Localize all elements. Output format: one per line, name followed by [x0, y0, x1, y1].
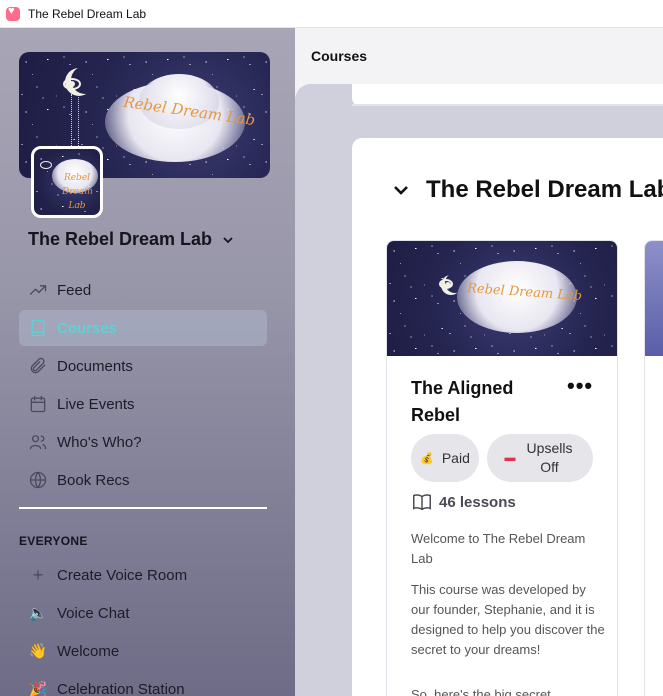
calendar-icon	[27, 393, 49, 415]
sidebar-item-label: Welcome	[57, 642, 120, 660]
sidebar-item-documents[interactable]: Documents	[19, 348, 267, 384]
sidebar-item-whos-who[interactable]: Who's Who?	[19, 424, 267, 460]
community-avatar[interactable]: Rebel Dream Lab	[31, 146, 103, 218]
eye-icon	[63, 78, 81, 90]
course-title[interactable]: The Aligned Rebel	[411, 375, 551, 429]
upsells-label: Upsells Off	[526, 440, 573, 475]
eye-icon	[439, 279, 453, 289]
ticket-icon: ▬	[504, 452, 516, 464]
money-bag-icon: 💰	[420, 452, 434, 465]
sidebar-item-celebration-station[interactable]: 🎉 Celebration Station	[19, 671, 267, 696]
avatar-logo-text: Rebel Dream Lab	[62, 173, 93, 211]
speaker-icon: 🔈	[28, 605, 48, 622]
trending-up-icon	[27, 279, 49, 301]
paid-label: Paid	[441, 450, 470, 466]
course-card-partial[interactable]	[644, 240, 663, 696]
wave-icon: 👋	[28, 643, 48, 660]
page-title: Courses	[311, 48, 368, 64]
sidebar-item-label: Book Recs	[57, 471, 130, 489]
sidebar-item-label: Documents	[57, 357, 133, 375]
sidebar-item-label: Courses	[57, 319, 118, 337]
sidebar-item-courses[interactable]: Courses	[19, 310, 267, 346]
globe-icon	[27, 469, 49, 491]
sidebar-item-welcome[interactable]: 👋 Welcome	[19, 633, 267, 669]
space-list: + Create Voice Room 🔈 Voice Chat 👋 Welco…	[19, 557, 267, 696]
app-heart-icon	[6, 5, 20, 21]
sidebar-item-create-voice-room[interactable]: + Create Voice Room	[19, 557, 267, 593]
community-name: The Rebel Dream Lab	[28, 229, 213, 249]
sidebar-item-label: Feed	[57, 281, 92, 299]
sidebar-item-label: Create Voice Room	[57, 566, 188, 584]
course-cover-image[interactable]	[645, 241, 663, 356]
window-titlebar: The Rebel Dream Lab	[0, 0, 663, 28]
sidebar-item-book-recs[interactable]: Book Recs	[19, 462, 267, 498]
course-group-title: The Rebel Dream Lab	[426, 176, 663, 203]
course-description-heading: Welcome to The Rebel Dream Lab	[411, 531, 586, 566]
sidebar-divider	[19, 507, 267, 509]
users-icon	[27, 431, 49, 453]
eye-icon	[40, 161, 52, 169]
sidebar: Rebel Dream Lab Rebel Dream Lab The Rebe…	[0, 28, 295, 696]
paperclip-icon	[27, 355, 49, 377]
party-icon: 🎉	[28, 681, 48, 696]
course-group-panel: The Rebel Dream Lab Rebel Dream Lab The …	[352, 138, 663, 696]
course-description: This course was developed by our founder…	[411, 582, 605, 657]
sidebar-item-label: Who's Who?	[57, 433, 142, 451]
course-group-header[interactable]: The Rebel Dream Lab	[392, 176, 663, 204]
sidebar-nav: Feed Courses Documents Live Events Who's…	[19, 272, 267, 500]
section-label-everyone: EVERYONE	[19, 534, 88, 548]
sidebar-item-feed[interactable]: Feed	[19, 272, 267, 308]
sidebar-item-label: Voice Chat	[57, 604, 130, 622]
plus-icon: +	[32, 564, 44, 585]
sidebar-item-voice-chat[interactable]: 🔈 Voice Chat	[19, 595, 267, 631]
course-description-more: So, here's the big secret...	[411, 687, 562, 696]
book-icon	[27, 317, 49, 339]
course-card[interactable]: Rebel Dream Lab The Aligned Rebel ••• 💰 …	[386, 240, 618, 696]
sidebar-item-live-events[interactable]: Live Events	[19, 386, 267, 422]
more-options-icon[interactable]: •••	[567, 375, 593, 397]
chevron-down-icon	[223, 236, 233, 243]
window-title: The Rebel Dream Lab	[28, 6, 147, 21]
course-cover-image[interactable]: Rebel Dream Lab	[387, 241, 617, 356]
open-book-icon	[413, 494, 431, 511]
community-switcher[interactable]: The Rebel Dream Lab	[28, 229, 234, 250]
header-card	[352, 84, 663, 106]
chevron-down-icon	[394, 186, 408, 195]
paid-badge[interactable]: 💰 Paid	[411, 434, 479, 482]
lesson-count: 46 lessons	[411, 491, 516, 513]
sidebar-item-label: Celebration Station	[57, 680, 185, 696]
lesson-count-label: 46 lessons	[439, 493, 516, 511]
sidebar-item-label: Live Events	[57, 395, 135, 413]
main-content: Courses The Rebel Dream Lab Rebel Dream …	[295, 28, 663, 696]
upsells-badge[interactable]: ▬ Upsells Off	[487, 434, 593, 482]
